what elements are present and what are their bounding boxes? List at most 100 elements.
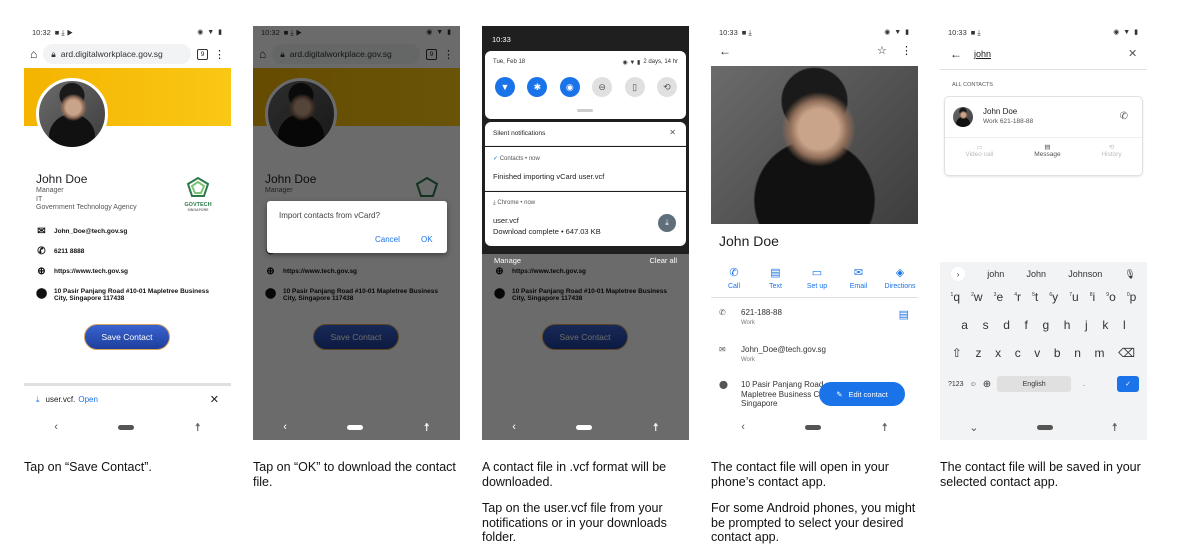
- clear-icon[interactable]: ✕: [1128, 47, 1137, 60]
- rotate-icon[interactable]: ⟲: [656, 77, 677, 97]
- key[interactable]: 9o: [1106, 290, 1115, 304]
- emoji-icon[interactable]: ☺: [970, 381, 977, 388]
- close-icon[interactable]: ✕: [210, 393, 219, 406]
- email-text[interactable]: John_Doe@tech.gov.sg: [54, 228, 127, 235]
- key[interactable]: n: [1074, 346, 1081, 360]
- accessibility-icon[interactable]: ☨: [1112, 421, 1118, 434]
- accessibility-icon[interactable]: ☨: [653, 421, 659, 434]
- suggestion[interactable]: Johnson: [1068, 269, 1102, 279]
- key[interactable]: h: [1064, 318, 1071, 332]
- key[interactable]: 7u: [1069, 290, 1078, 304]
- setup-action[interactable]: ▭ Set up: [802, 266, 832, 290]
- key[interactable]: m: [1095, 346, 1105, 360]
- website-text[interactable]: https://www.tech.gov.sg: [54, 268, 128, 275]
- phone-icon[interactable]: ✆: [1120, 111, 1128, 122]
- key[interactable]: 0p: [1127, 290, 1136, 304]
- key[interactable]: c: [1015, 346, 1021, 360]
- open-link[interactable]: Open: [78, 395, 98, 404]
- manage-button[interactable]: Manage: [494, 256, 521, 265]
- flashlight-icon[interactable]: ▯: [624, 77, 645, 97]
- key[interactable]: j: [1085, 318, 1088, 332]
- key[interactable]: v: [1034, 346, 1040, 360]
- accessibility-icon[interactable]: ☨: [882, 421, 888, 434]
- suggestion[interactable]: John: [1026, 269, 1046, 279]
- bluetooth-icon[interactable]: ✱: [527, 77, 548, 97]
- home-icon[interactable]: ⌂: [30, 47, 37, 61]
- period-key[interactable]: .: [1083, 381, 1085, 388]
- key[interactable]: x: [995, 346, 1001, 360]
- accessibility-icon[interactable]: ☨: [195, 421, 201, 434]
- shift-icon[interactable]: ⇧: [952, 346, 962, 360]
- location-icon[interactable]: ◉: [559, 77, 580, 97]
- back-icon[interactable]: ‹: [512, 421, 516, 433]
- back-arrow-icon[interactable]: ←: [950, 47, 962, 61]
- chrome-notification[interactable]: ⤓ Chrome • now user.vcf Download complet…: [485, 192, 686, 246]
- video-call-action[interactable]: ▭ Video call: [965, 143, 993, 158]
- suggestion[interactable]: john: [987, 269, 1004, 279]
- collapse-keyboard-icon[interactable]: ⌄: [969, 421, 978, 434]
- key[interactable]: f: [1025, 318, 1028, 332]
- back-icon[interactable]: ‹: [741, 421, 745, 433]
- wifi-icon[interactable]: ▼: [495, 77, 515, 97]
- home-pill[interactable]: [805, 424, 822, 430]
- key[interactable]: 6y: [1049, 290, 1058, 304]
- message-action[interactable]: ▤ Message: [1034, 143, 1060, 158]
- more-vert-icon[interactable]: ⋮: [214, 48, 225, 61]
- key[interactable]: 8i: [1090, 290, 1095, 304]
- directions-action[interactable]: ◈ Directions: [884, 266, 915, 290]
- text-action[interactable]: ▤ Text: [761, 266, 791, 290]
- clear-all-button[interactable]: Clear all: [649, 256, 677, 265]
- dnd-icon[interactable]: ⊖: [592, 77, 613, 97]
- key[interactable]: 1q: [951, 290, 960, 304]
- key-label: i: [1092, 290, 1096, 304]
- back-icon[interactable]: ‹: [283, 421, 287, 433]
- call-action[interactable]: ✆ Call: [719, 266, 749, 290]
- ok-button[interactable]: OK: [421, 235, 433, 244]
- tab-switcher-button[interactable]: 9: [197, 48, 208, 60]
- globe-icon[interactable]: ⊕: [983, 379, 991, 390]
- key[interactable]: l: [1123, 318, 1126, 332]
- key[interactable]: s: [983, 318, 989, 332]
- contacts-notification[interactable]: ✓ Contacts • now Finished importing vCar…: [485, 147, 686, 191]
- symbols-key[interactable]: ?123: [948, 381, 964, 388]
- home-pill[interactable]: [1037, 424, 1054, 430]
- history-action[interactable]: ⟲ History: [1101, 143, 1121, 158]
- key[interactable]: g: [1042, 318, 1049, 332]
- edit-contact-button[interactable]: ✎ Edit contact: [819, 382, 905, 406]
- email-action[interactable]: ✉ Email: [844, 266, 874, 290]
- home-pill[interactable]: [576, 424, 593, 430]
- mic-icon[interactable]: 🎙︎: [1124, 269, 1135, 280]
- key[interactable]: a: [961, 318, 968, 332]
- key[interactable]: 5t: [1032, 290, 1038, 304]
- star-icon[interactable]: ☆: [877, 44, 887, 57]
- shade-handle[interactable]: [577, 109, 593, 112]
- home-pill[interactable]: [118, 424, 135, 430]
- accessibility-icon[interactable]: ☨: [424, 421, 430, 434]
- done-key[interactable]: ✓: [1117, 376, 1139, 392]
- phone-icon: ✆: [719, 308, 726, 317]
- key[interactable]: d: [1003, 318, 1010, 332]
- search-input[interactable]: john: [974, 49, 991, 59]
- back-icon[interactable]: ‹: [54, 421, 58, 433]
- email-field[interactable]: ✉ John_Doe@tech.gov.sg Work: [719, 345, 909, 363]
- home-pill[interactable]: [347, 424, 364, 430]
- space-key[interactable]: English: [997, 376, 1072, 392]
- message-icon[interactable]: ▤: [899, 308, 909, 326]
- phone-field[interactable]: ✆ 621-188-88 Work ▤: [719, 308, 909, 326]
- cancel-button[interactable]: Cancel: [375, 235, 400, 244]
- contact-result-card[interactable]: John Doe Work 621-188-88 ✆ ▭ Video call ▤…: [944, 96, 1143, 176]
- key[interactable]: z: [975, 346, 981, 360]
- key[interactable]: 2w: [971, 290, 982, 304]
- key[interactable]: 4r: [1014, 290, 1021, 304]
- more-vert-icon[interactable]: ⋮: [901, 44, 912, 57]
- key[interactable]: b: [1054, 346, 1061, 360]
- key[interactable]: 3e: [994, 290, 1003, 304]
- phone-text[interactable]: 6211 8888: [54, 248, 84, 255]
- back-arrow-icon[interactable]: ←: [719, 44, 731, 58]
- address-bar[interactable]: 🔒︎ ard.digitalworkplace.gov.sg: [43, 44, 191, 64]
- key[interactable]: k: [1102, 318, 1108, 332]
- backspace-icon[interactable]: ⌫: [1118, 346, 1135, 360]
- expand-icon[interactable]: ›: [951, 267, 966, 281]
- close-icon[interactable]: ✕: [669, 128, 676, 137]
- save-contact-button[interactable]: Save Contact: [84, 324, 170, 350]
